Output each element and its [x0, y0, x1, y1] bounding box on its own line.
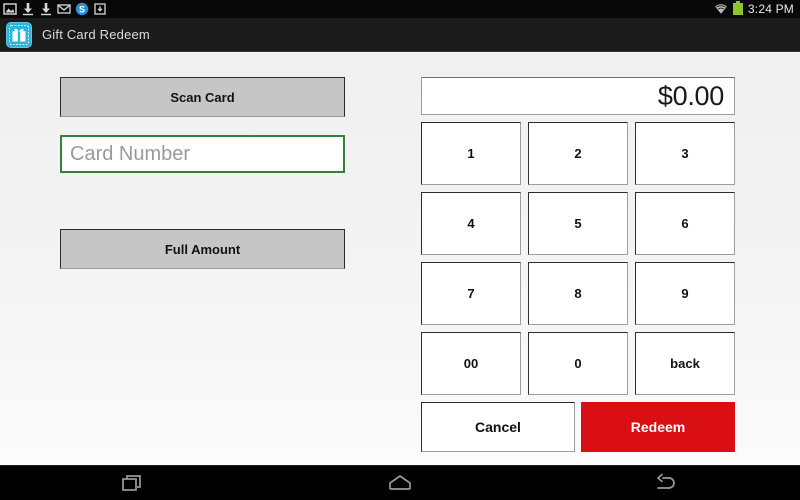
key-1[interactable]: 1: [421, 122, 521, 185]
action-buttons-row: Cancel Redeem: [421, 402, 735, 452]
key-7[interactable]: 7: [421, 262, 521, 325]
cancel-label: Cancel: [475, 419, 521, 435]
key-label: 3: [681, 146, 689, 161]
download-icon: [23, 3, 33, 16]
key-label: back: [670, 356, 700, 371]
key-9[interactable]: 9: [635, 262, 735, 325]
recents-icon: [122, 474, 142, 491]
key-label: 00: [463, 356, 479, 371]
status-bar-system-icons: 3:24 PM: [714, 0, 794, 18]
key-label: 5: [574, 216, 582, 231]
amount-display: $0.00: [421, 77, 735, 115]
key-double-zero[interactable]: 00: [421, 332, 521, 395]
full-amount-row: Full Amount: [60, 229, 345, 269]
card-number-input[interactable]: [60, 135, 345, 173]
card-entry-panel: Scan Card Full Amount: [60, 77, 345, 269]
key-label: 7: [467, 286, 475, 301]
key-4[interactable]: 4: [421, 192, 521, 255]
key-label: 2: [574, 146, 582, 161]
svg-text:S: S: [79, 5, 85, 15]
status-bar-clock: 3:24 PM: [747, 2, 794, 16]
skype-icon: S: [75, 2, 89, 16]
android-navigation-bar: [0, 465, 800, 500]
action-bar: Gift Card Redeem: [0, 18, 800, 52]
app-install-icon: [94, 3, 106, 15]
scan-card-label: Scan Card: [170, 89, 235, 105]
key-5[interactable]: 5: [528, 192, 628, 255]
full-amount-button[interactable]: Full Amount: [60, 229, 345, 269]
amount-display-value: $0.00: [657, 80, 724, 111]
key-6[interactable]: 6: [635, 192, 735, 255]
key-8[interactable]: 8: [528, 262, 628, 325]
scan-card-button[interactable]: Scan Card: [60, 77, 345, 117]
numeric-keypad: 1 2 3 4 5 6 7 8 9 00 0 back: [421, 122, 735, 395]
redeem-button[interactable]: Redeem: [581, 402, 735, 452]
key-0[interactable]: 0: [528, 332, 628, 395]
full-amount-label: Full Amount: [164, 241, 241, 257]
key-label: 8: [574, 286, 582, 301]
wifi-icon: [715, 4, 727, 14]
recents-button[interactable]: [103, 466, 163, 500]
screenshot-icon: [3, 3, 17, 15]
key-3[interactable]: 3: [635, 122, 735, 185]
key-label: 0: [574, 356, 582, 371]
app-screen: S 3:24 PM Gift Card Redeem Scan Card Car…: [0, 0, 800, 500]
key-label: 4: [467, 216, 475, 231]
back-icon: [656, 473, 675, 489]
key-2[interactable]: 2: [528, 122, 628, 185]
gift-card-icon: [6, 21, 32, 48]
key-label: 1: [467, 146, 475, 161]
key-back[interactable]: back: [635, 332, 735, 395]
home-button[interactable]: [370, 466, 430, 500]
status-bar-notification-icons: S: [0, 2, 107, 16]
status-bar: S 3:24 PM: [0, 0, 800, 18]
key-label: 9: [681, 286, 689, 301]
keypad-panel: $0.00 1 2 3 4 5 6 7 8 9 00 0 back Cancel: [421, 77, 735, 452]
app-title: Gift Card Redeem: [42, 27, 150, 42]
download-icon: [41, 3, 51, 16]
mail-icon: [57, 4, 71, 14]
redeem-label: Redeem: [630, 419, 686, 435]
home-icon: [389, 474, 411, 490]
battery-icon: [732, 1, 743, 15]
back-button[interactable]: [637, 466, 697, 500]
main-content: Scan Card Full Amount $0.00 1 2 3 4 5 6 …: [0, 53, 800, 465]
cancel-button[interactable]: Cancel: [421, 402, 575, 452]
key-label: 6: [681, 216, 689, 231]
